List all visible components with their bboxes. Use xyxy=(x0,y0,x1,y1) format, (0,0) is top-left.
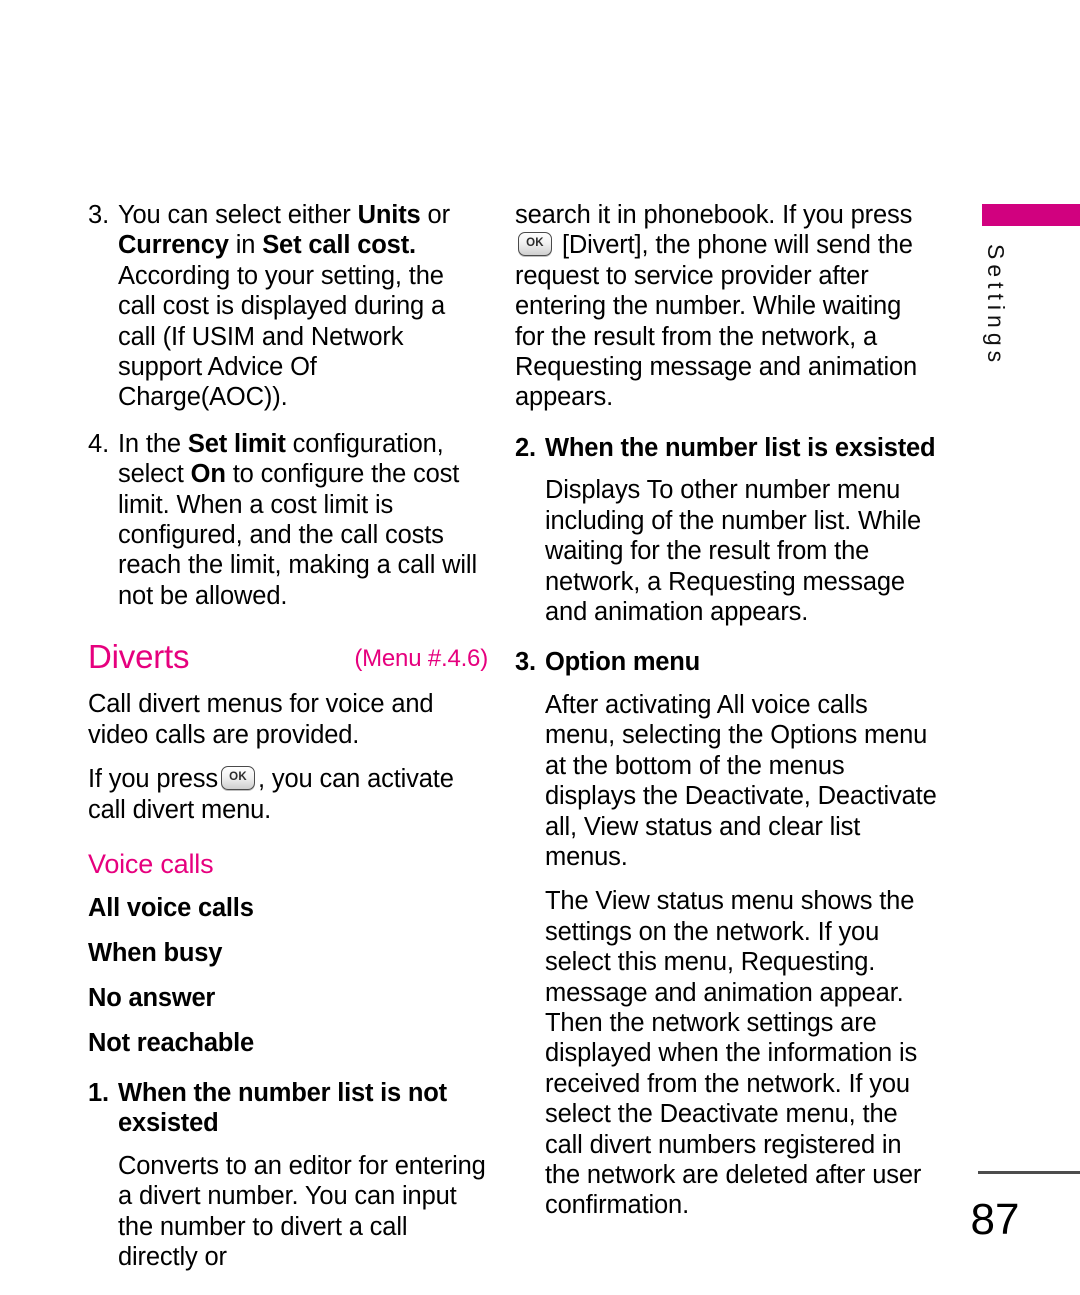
numbered-subheading-2: 2. When the number list is exsisted xyxy=(515,433,937,464)
footer-rule xyxy=(978,1171,1080,1174)
menu-entry-when-busy: When busy xyxy=(88,938,223,967)
item-body: You can select either Units or Currency … xyxy=(118,201,450,411)
subsection-heading-voice-calls: Voice calls xyxy=(88,848,214,879)
subheading-title: When the number list is not exsisted xyxy=(118,1078,447,1138)
left-column: 3. You can select either Units or Curren… xyxy=(88,200,488,1287)
chapter-tab-label: Settings xyxy=(983,244,1009,368)
continued-paragraph: search it in phonebook. If you press OK … xyxy=(515,200,937,413)
menu-entry-list: All voice calls When busy No answer Not … xyxy=(88,893,488,1058)
body-text: You can select either xyxy=(118,201,358,229)
ok-key-icon: OK xyxy=(221,766,256,791)
chapter-tab-bar xyxy=(982,204,1080,226)
body-text: According to your setting, the call cost… xyxy=(118,261,446,412)
continued-text-before: search it in phonebook. If you press xyxy=(515,201,913,229)
page-number: 87 xyxy=(970,1195,1020,1244)
emphasis-text: On xyxy=(190,460,226,489)
body-text: In the xyxy=(118,429,188,458)
item-body: In the Set limit configuration, select O… xyxy=(118,430,477,610)
numbered-item-3-body-second: The View status menu shows the settings … xyxy=(545,887,922,1220)
emphasis-text: Units xyxy=(357,201,421,229)
press-text-before: If you press xyxy=(88,765,219,794)
body-text: or xyxy=(420,201,451,229)
numbered-item-2-body: Displays To other number menu including … xyxy=(545,476,922,626)
emphasis-text: Set limit xyxy=(187,429,286,458)
diverts-press-text: If you press OK, you can activate call di… xyxy=(88,764,488,825)
item-number: 1. xyxy=(88,1078,109,1107)
numbered-item-3-body-first: After activating All voice calls menu, s… xyxy=(545,690,937,871)
manual-page: 3. You can select either Units or Curren… xyxy=(0,0,1080,1295)
numbered-subheading-3: 3. Option menu xyxy=(515,647,937,678)
item-number: 4. xyxy=(88,429,110,458)
diverts-heading-row: Diverts (Menu #.4.6) xyxy=(88,637,488,679)
right-column: search it in phonebook. If you press OK … xyxy=(515,200,937,1235)
item-number: 3. xyxy=(515,648,536,677)
numbered-item-1-body: Converts to an editor for entering a div… xyxy=(118,1151,486,1272)
subheading-title: Option menu xyxy=(545,648,701,677)
ok-key-label: OK xyxy=(229,771,247,784)
item-number: 2. xyxy=(515,433,536,462)
subheading-title: When the number list is exsisted xyxy=(545,433,936,462)
ok-key-label: OK xyxy=(526,237,544,250)
menu-entry-all-voice-calls: All voice calls xyxy=(88,893,254,922)
menu-reference: (Menu #.4.6) xyxy=(354,645,488,673)
item-number: 3. xyxy=(88,201,110,229)
continued-text-after: [Divert], the phone will send the reques… xyxy=(515,231,918,412)
menu-entry-no-answer: No answer xyxy=(88,983,216,1012)
section-heading-diverts: Diverts xyxy=(88,638,190,676)
numbered-item-4: 4. In the Set limit configuration, selec… xyxy=(88,429,488,611)
menu-entry-not-reachable: Not reachable xyxy=(88,1028,255,1057)
emphasis-text: Set call cost. xyxy=(262,231,416,260)
numbered-subheading-1: 1. When the number list is not exsisted xyxy=(88,1078,488,1139)
body-text: in xyxy=(228,231,263,260)
emphasis-text: Currency xyxy=(118,231,229,260)
diverts-intro-text: Call divert menus for voice and video ca… xyxy=(88,690,434,749)
numbered-item-3: 3. You can select either Units or Curren… xyxy=(88,200,488,413)
ok-key-icon: OK xyxy=(518,232,552,257)
